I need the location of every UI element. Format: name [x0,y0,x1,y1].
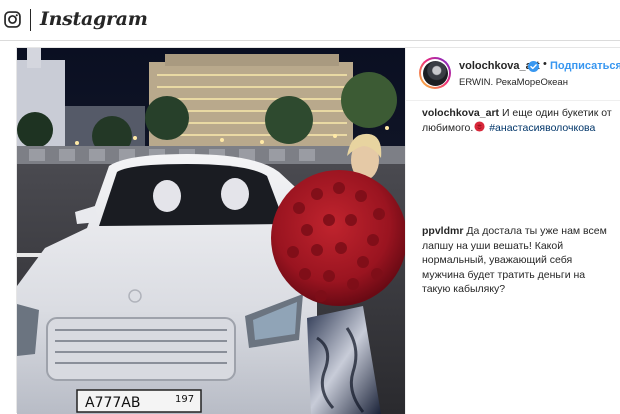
follow-button[interactable]: Подписаться [550,60,620,72]
comment-item: ppvldmr Да достала ты уже нам всем лапшу… [422,224,614,297]
post-photo[interactable]: А777АВ 197 [17,48,405,414]
header-divider [30,9,31,31]
license-plate-number: А777АВ [85,395,140,411]
top-navigation-bar: Instagram [0,0,620,41]
post-sidebar: volochkova_art • Подписаться ERWIN. Река… [405,48,620,414]
instagram-glyph-icon[interactable] [4,11,21,28]
post-photo-scene: А777АВ 197 [17,48,405,414]
header-separator: • [543,58,547,70]
instagram-wordmark[interactable]: Instagram [40,8,148,30]
avatar-inner [421,59,449,87]
caption-username[interactable]: volochkova_art [422,107,499,119]
caption-hashtag[interactable]: #анастасияволочкова [489,122,595,134]
avatar[interactable] [419,57,451,89]
post-caption: volochkova_art И еще один букетик от люб… [422,106,614,135]
rose-emoji-icon [474,120,485,132]
post-card: А777АВ 197 volochkova_art • Подписаться … [16,47,620,414]
license-plate-region: 197 [175,394,194,405]
comment-username[interactable]: ppvldmr [422,225,463,237]
post-header: volochkova_art • Подписаться ERWIN. Река… [406,48,620,101]
verified-badge-icon [528,61,539,72]
post-location[interactable]: ERWIN. РекаМореОкеан [459,77,568,88]
avatar-image [422,60,448,86]
